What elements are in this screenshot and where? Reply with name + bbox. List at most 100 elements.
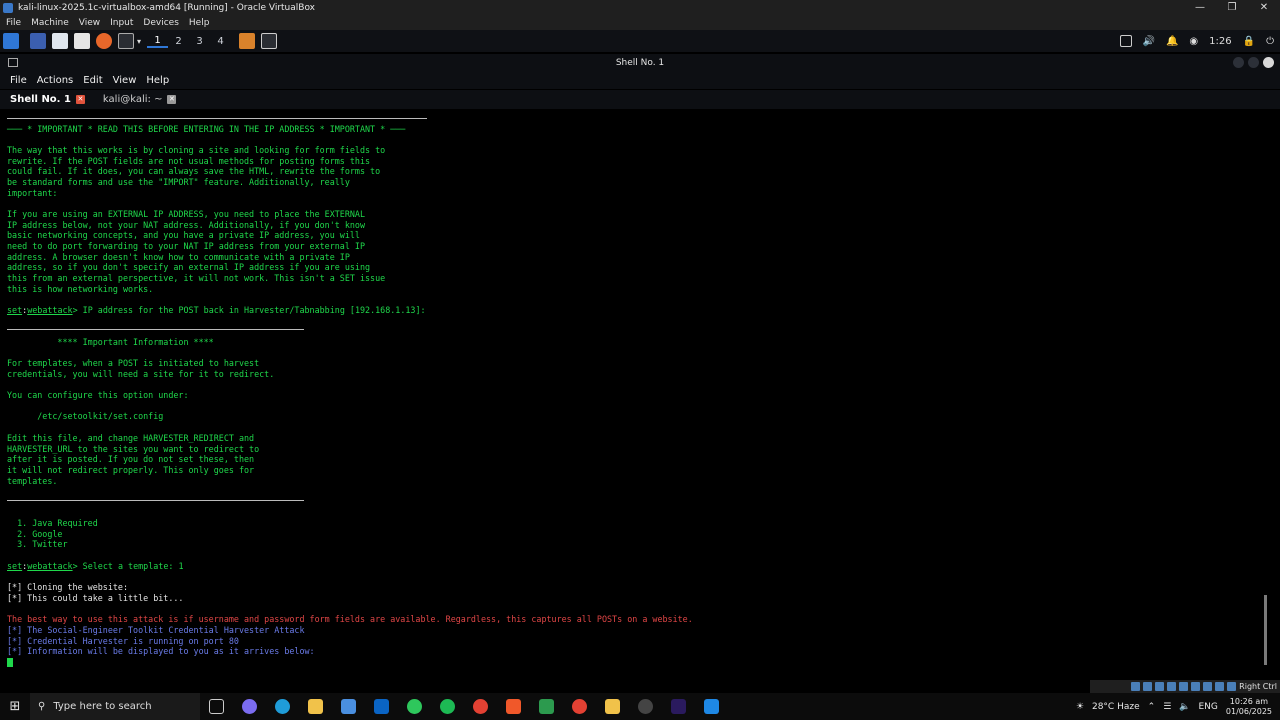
taskbar-clock[interactable]: 10:26 am 01/06/2025 [1226,697,1272,717]
usb-icon[interactable] [1179,682,1189,691]
important-banner: ─── * IMPORTANT * READ THIS BEFORE ENTER… [7,124,406,134]
copilot-icon[interactable] [233,699,266,714]
terminal-output[interactable]: ─── * IMPORTANT * READ THIS BEFORE ENTER… [0,110,1270,670]
tray-chevron-icon[interactable]: ⌃ [1148,702,1156,712]
weather-text[interactable]: 28°C Haze [1092,702,1140,712]
audio-icon[interactable] [1155,682,1165,691]
restore-button[interactable]: ❐ [1216,0,1248,16]
workspace-4[interactable]: 4 [210,36,231,47]
workspace-3[interactable]: 3 [189,36,210,47]
vim-icon[interactable] [530,699,563,714]
divider [7,118,427,119]
spotify-icon[interactable] [431,699,464,714]
folder-icon[interactable] [596,699,629,714]
menu-devices[interactable]: Devices [143,18,178,28]
terminal-scrollbar[interactable] [1264,595,1267,665]
window-title: kali-linux-2025.1c-virtualbox-amd64 [Run… [18,3,315,13]
chrome-icon[interactable] [464,699,497,714]
windows-taskbar: ⊞ ⚲ Type here to search ☀ 28°C Haze ⌃ ☰ … [0,693,1280,720]
desktop-icon[interactable] [30,33,46,49]
display-icon[interactable] [1119,35,1132,47]
optical-drive-icon[interactable] [1143,682,1153,691]
whatsapp-icon[interactable] [398,699,431,714]
terminal-task-icon[interactable] [261,33,278,49]
menu-machine[interactable]: Machine [31,18,69,28]
close-tab-icon[interactable]: ✕ [75,95,85,104]
wifi-icon[interactable]: ☰ [1163,702,1171,712]
explorer-icon[interactable] [299,699,332,714]
output-line: be standard forms and use the "IMPORT" f… [7,177,350,187]
terminal-titlebar: Shell No. 1 [0,54,1280,72]
obs-icon[interactable] [629,699,662,714]
logout-icon[interactable]: ⏻ [1266,36,1274,47]
term-menu-edit[interactable]: Edit [83,75,102,86]
edge-icon[interactable] [266,699,299,714]
menu-input[interactable]: Input [110,18,133,28]
output-line: address. A browser doesn't know how to c… [7,252,350,262]
terminal-close-button[interactable] [1263,57,1274,68]
terminal-minimize-button[interactable] [1233,57,1244,68]
store-icon[interactable] [332,699,365,714]
shared-folder-icon[interactable] [1191,682,1201,691]
file-manager-icon[interactable] [52,33,68,49]
firefox-icon[interactable] [96,33,112,49]
menu-help[interactable]: Help [189,18,210,28]
term-menu-view[interactable]: View [113,75,137,86]
output-line: could fail. If it does, you can always s… [7,166,381,176]
template-option: 1. Java Required [7,518,98,528]
output-line: it will not redirect properly. This only… [7,465,255,475]
display-icon[interactable] [1203,682,1213,691]
volume-icon[interactable]: 🔊 [1143,36,1155,47]
task-view-icon[interactable] [200,699,233,714]
weather-icon[interactable]: ☀ [1076,702,1084,712]
speaker-icon[interactable]: 🔈 [1179,702,1190,712]
info-header: **** Important Information **** [7,337,214,347]
vscode-icon[interactable] [695,699,728,714]
menu-view[interactable]: View [79,18,100,28]
kali-menu-icon[interactable] [3,33,19,49]
text-editor-icon[interactable] [74,33,90,49]
brave-icon[interactable] [497,699,530,714]
close-tab-icon[interactable]: ✕ [167,95,177,104]
network-icon[interactable] [1167,682,1177,691]
language-indicator[interactable]: ENG [1198,702,1217,712]
close-button[interactable]: ✕ [1248,0,1280,16]
term-menu-file[interactable]: File [10,75,27,86]
terminal-maximize-button[interactable] [1248,57,1259,68]
tab-label: kali@kali: ~ [102,94,163,105]
search-icon: ⚲ [38,701,46,712]
chrome-icon[interactable] [563,699,596,714]
tab-kali-home[interactable]: kali@kali: ~ ✕ [93,90,185,109]
premiere-icon[interactable] [662,699,695,714]
prompt-select-template: set:webattack> Select a template: 1 [7,561,184,571]
term-menu-help[interactable]: Help [146,75,169,86]
workspace-1[interactable]: 1 [147,35,169,48]
windows-start-icon[interactable]: ⊞ [0,699,30,714]
power-status-icon[interactable]: ◉ [1189,36,1198,47]
minimize-button[interactable]: — [1184,0,1216,16]
output-line: after it is posted. If you do not set th… [7,454,255,464]
term-menu-actions[interactable]: Actions [37,75,74,86]
burp-task-icon[interactable] [239,33,256,49]
output-line: The way that this works is by cloning a … [7,145,386,155]
tab-shell-1[interactable]: Shell No. 1 ✕ [0,90,93,109]
mouse-integration-icon[interactable] [1227,682,1237,691]
recording-icon[interactable] [1215,682,1225,691]
outlook-icon[interactable] [365,699,398,714]
menu-file[interactable]: File [6,18,21,28]
prompt-text: > IP address for the POST back in Harves… [72,305,426,315]
workspace-2[interactable]: 2 [168,36,189,47]
template-option: 3. Twitter [7,539,68,549]
bell-icon[interactable]: 🔔 [1166,36,1178,47]
terminal-window-icon [8,58,18,67]
output-line: [*] This could take a little bit... [7,593,184,603]
tab-label: Shell No. 1 [10,94,71,105]
prompt-module: webattack [27,561,73,571]
lock-icon[interactable]: 🔒 [1243,36,1255,47]
hdd-icon[interactable] [1131,682,1141,691]
panel-clock[interactable]: 1:26 [1209,36,1231,47]
virtualbox-statusbar: Right Ctrl [1090,680,1280,693]
chevron-down-icon[interactable]: ▾ [137,37,141,46]
terminal-icon[interactable] [118,33,134,49]
taskbar-search[interactable]: ⚲ Type here to search [30,693,200,720]
